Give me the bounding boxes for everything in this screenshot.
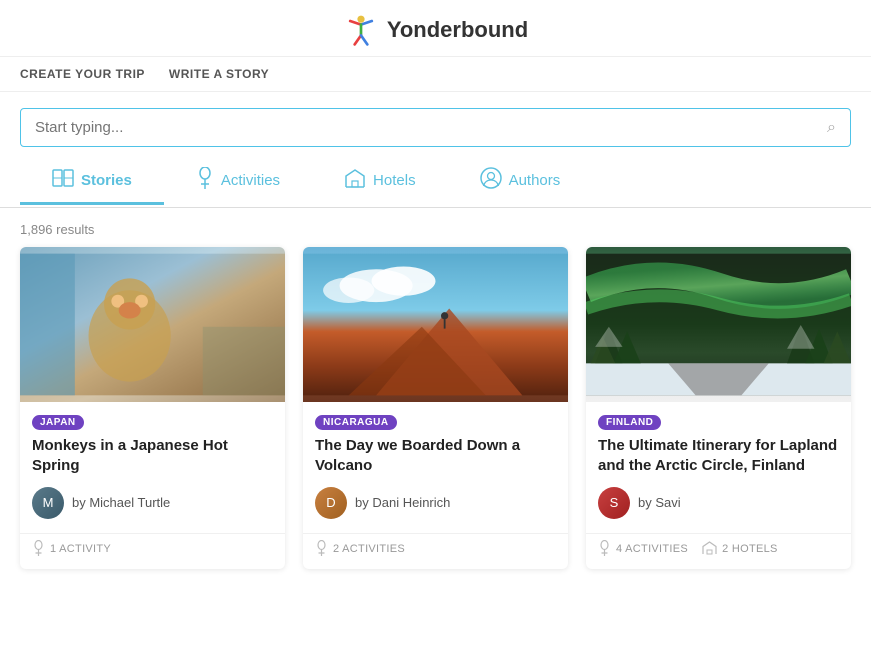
card-1-footer: 1 ACTIVITY: [20, 533, 285, 569]
card-2-body: NICARAGUA The Day we Boarded Down a Volc…: [303, 402, 568, 533]
card-1-body: JAPAN Monkeys in a Japanese Hot Spring M…: [20, 402, 285, 533]
card-1-title: Monkeys in a Japanese Hot Spring: [32, 436, 273, 477]
activity-icon-2: [315, 540, 328, 559]
card-2-avatar: D: [315, 487, 347, 519]
hotel-icon-3: [702, 541, 717, 558]
card-3-image: [586, 247, 851, 402]
card-3[interactable]: FINLAND The Ultimate Itinerary for Lapla…: [586, 247, 851, 569]
tab-activities-label: Activities: [221, 172, 280, 189]
card-2-footer: 2 ACTIVITIES: [303, 533, 568, 569]
activity-icon-1: [32, 540, 45, 559]
cards-grid: JAPAN Monkeys in a Japanese Hot Spring M…: [0, 247, 871, 589]
card-3-title: The Ultimate Itinerary for Lapland and t…: [598, 436, 839, 477]
card-3-footer-item-0: 4 ACTIVITIES: [598, 540, 688, 559]
card-2[interactable]: NICARAGUA The Day we Boarded Down a Volc…: [303, 247, 568, 569]
header: Yonderbound: [0, 0, 871, 57]
activities-icon: [196, 167, 214, 194]
card-1-country: JAPAN: [32, 415, 84, 430]
card-1-author-row: M by Michael Turtle: [32, 487, 273, 519]
search-wrapper: ⌕: [20, 108, 851, 147]
card-2-footer-text-0: 2 ACTIVITIES: [333, 543, 405, 555]
search-button[interactable]: ⌕: [813, 111, 850, 145]
card-2-author: by Dani Heinrich: [355, 495, 450, 510]
card-3-footer: 4 ACTIVITIES 2 HOTELS: [586, 533, 851, 569]
hotels-icon: [344, 168, 366, 193]
tab-authors-label: Authors: [509, 172, 561, 189]
logo-area: Yonderbound: [343, 12, 528, 48]
card-1-footer-item-0: 1 ACTIVITY: [32, 540, 111, 559]
stories-icon: [52, 169, 74, 192]
activity-icon-3: [598, 540, 611, 559]
tab-hotels-label: Hotels: [373, 172, 416, 189]
card-1-image: [20, 247, 285, 402]
card-3-footer-text-1: 2 HOTELS: [722, 543, 778, 555]
card-3-footer-text-0: 4 ACTIVITIES: [616, 543, 688, 555]
logo-icon: [343, 12, 379, 48]
card-3-author-row: S by Savi: [598, 487, 839, 519]
results-count: 1,896 results: [0, 208, 871, 247]
search-area: ⌕: [0, 92, 871, 147]
nav-bar: CREATE YOUR TRIP WRITE A STORY: [0, 57, 871, 92]
card-3-avatar: S: [598, 487, 630, 519]
card-2-title: The Day we Boarded Down a Volcano: [315, 436, 556, 477]
logo-text: Yonderbound: [387, 17, 528, 43]
card-1[interactable]: JAPAN Monkeys in a Japanese Hot Spring M…: [20, 247, 285, 569]
search-input[interactable]: [21, 109, 813, 146]
card-2-footer-item-0: 2 ACTIVITIES: [315, 540, 405, 559]
card-1-author: by Michael Turtle: [72, 495, 170, 510]
card-1-footer-text-0: 1 ACTIVITY: [50, 543, 111, 555]
authors-icon: [480, 167, 502, 194]
nav-write-story[interactable]: WRITE A STORY: [169, 67, 269, 81]
nav-create-trip[interactable]: CREATE YOUR TRIP: [20, 67, 145, 81]
card-3-body: FINLAND The Ultimate Itinerary for Lapla…: [586, 402, 851, 533]
card-3-country: FINLAND: [598, 415, 661, 430]
card-3-footer-item-1: 2 HOTELS: [702, 541, 778, 558]
tab-stories[interactable]: Stories: [20, 161, 164, 205]
tabs-area: Stories Activities Hotels: [0, 147, 871, 208]
card-2-author-row: D by Dani Heinrich: [315, 487, 556, 519]
tab-activities[interactable]: Activities: [164, 159, 312, 207]
card-2-country: NICARAGUA: [315, 415, 397, 430]
card-3-author: by Savi: [638, 495, 681, 510]
card-1-avatar: M: [32, 487, 64, 519]
tab-hotels[interactable]: Hotels: [312, 160, 448, 206]
tab-stories-label: Stories: [81, 172, 132, 189]
card-2-image: [303, 247, 568, 402]
tab-authors[interactable]: Authors: [448, 159, 593, 207]
results-text: 1,896 results: [20, 222, 94, 237]
